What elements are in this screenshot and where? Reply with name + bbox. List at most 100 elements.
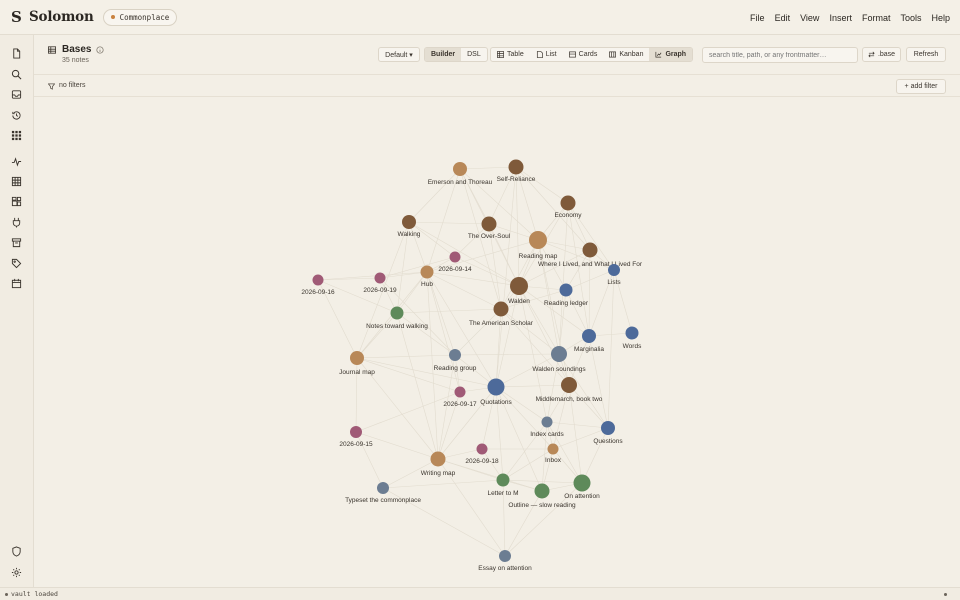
graph-node-dot[interactable] bbox=[402, 215, 416, 229]
graph-node-dot[interactable] bbox=[625, 326, 639, 340]
calendar-icon[interactable] bbox=[11, 278, 22, 289]
graph-node-dot[interactable] bbox=[573, 474, 591, 492]
graph-node-economy[interactable]: Economy bbox=[554, 195, 582, 220]
graph-node-words[interactable]: Words bbox=[623, 326, 642, 351]
shield-icon[interactable] bbox=[11, 546, 22, 557]
graph-node-dot[interactable] bbox=[582, 242, 598, 258]
menu-edit[interactable]: Edit bbox=[775, 13, 791, 23]
graph-node-dot[interactable] bbox=[420, 265, 434, 279]
graph-node-rgroup[interactable]: Reading group bbox=[434, 349, 477, 372]
graph-node-dot[interactable] bbox=[541, 416, 553, 428]
menu-insert[interactable]: Insert bbox=[829, 13, 852, 23]
history-icon[interactable] bbox=[11, 110, 22, 121]
graph-node-questions[interactable]: Questions bbox=[593, 421, 623, 445]
menu-file[interactable]: File bbox=[750, 13, 765, 23]
graph-node-dot[interactable] bbox=[350, 426, 362, 438]
menu-help[interactable]: Help bbox=[931, 13, 950, 23]
graph-node-dot[interactable] bbox=[390, 306, 404, 320]
file-icon[interactable] bbox=[11, 48, 22, 59]
graph-node-dot[interactable] bbox=[560, 195, 576, 211]
graph-node-dot[interactable] bbox=[430, 451, 446, 467]
search-icon[interactable] bbox=[11, 69, 22, 80]
graph-node-dot[interactable] bbox=[547, 443, 559, 455]
graph-node-scholar[interactable]: The American Scholar bbox=[469, 301, 534, 328]
layout-kanban[interactable]: Kanban bbox=[603, 48, 649, 61]
vault-switcher[interactable]: Commonplace bbox=[102, 8, 178, 26]
graph-node-dot[interactable] bbox=[534, 483, 550, 499]
layout-list[interactable]: List bbox=[530, 48, 563, 61]
graph-node-label: Index cards bbox=[530, 431, 564, 438]
graph-node-dot[interactable] bbox=[582, 329, 596, 343]
graph-node-middlemarch[interactable]: Middlemarch, book two bbox=[536, 377, 603, 403]
graph-node-dot[interactable] bbox=[510, 277, 528, 295]
graph-edge bbox=[356, 354, 456, 359]
search-input[interactable] bbox=[702, 47, 858, 63]
graph-node-lists[interactable]: Lists bbox=[607, 264, 621, 286]
grid-icon[interactable] bbox=[11, 130, 22, 141]
graph-node-emerson[interactable]: Emerson and Thoreau bbox=[428, 162, 493, 186]
graph-node-d0918[interactable]: 2026-09-18 bbox=[465, 443, 499, 466]
plugin-icon[interactable] bbox=[11, 217, 22, 228]
layout-graph[interactable]: Graph bbox=[649, 48, 693, 61]
graph-node-dot[interactable] bbox=[449, 251, 461, 263]
graph-node-indexcards[interactable]: Index cards bbox=[530, 416, 565, 439]
menu-tools[interactable]: Tools bbox=[900, 13, 921, 23]
graph-node-essay[interactable]: Essay on attention bbox=[478, 550, 532, 572]
graph-node-dot[interactable] bbox=[454, 386, 466, 398]
menu-format[interactable]: Format bbox=[862, 13, 891, 23]
graph-node-dot[interactable] bbox=[551, 346, 567, 362]
graph-node-hub[interactable]: Hub bbox=[420, 265, 434, 289]
graph-node-dot[interactable] bbox=[312, 274, 324, 286]
inbox-icon[interactable] bbox=[11, 89, 22, 100]
graph-node-d0917[interactable]: 2026-09-17 bbox=[443, 386, 477, 409]
mode-builder[interactable]: Builder bbox=[425, 48, 462, 61]
graph-node-dot[interactable] bbox=[499, 550, 511, 562]
graph-node-dot[interactable] bbox=[496, 473, 510, 487]
graph-node-typeset[interactable]: Typeset the commonplace bbox=[345, 482, 421, 504]
graph-node-d0915[interactable]: 2026-09-15 bbox=[339, 426, 373, 448]
graph-node-dot[interactable] bbox=[601, 421, 615, 435]
graph-node-dot[interactable] bbox=[481, 216, 497, 232]
graph-canvas[interactable]: Emerson and Thoreau Self-Reliance Economy W… bbox=[34, 97, 960, 587]
graph-node-marginalia[interactable]: Marginalia bbox=[574, 329, 604, 353]
graph-node-journal[interactable]: Journal map bbox=[339, 351, 375, 376]
graph-node-dot[interactable] bbox=[350, 351, 364, 365]
graph-svg[interactable]: Emerson and Thoreau Self-Reliance Economy W… bbox=[34, 97, 960, 587]
layout-cards[interactable]: Cards bbox=[563, 48, 604, 61]
add-filter-button[interactable]: + add filter bbox=[896, 79, 946, 94]
graph-node-dot[interactable] bbox=[374, 272, 386, 284]
mode-dsl[interactable]: DSL bbox=[461, 48, 487, 61]
extensions-icon[interactable] bbox=[11, 196, 22, 207]
graph-node-dot[interactable] bbox=[476, 443, 488, 455]
view-select[interactable]: Default ▾ bbox=[378, 47, 420, 62]
graph-node-label: 2026-09-14 bbox=[438, 266, 472, 273]
graph-node-dot[interactable] bbox=[487, 378, 505, 396]
graph-node-dot[interactable] bbox=[508, 159, 524, 175]
graph-node-dot[interactable] bbox=[453, 162, 467, 176]
graph-node-dot[interactable] bbox=[449, 349, 461, 361]
base-file-button[interactable]: .base bbox=[862, 47, 901, 62]
graph-node-walden[interactable]: Walden bbox=[508, 277, 530, 305]
info-icon[interactable] bbox=[96, 45, 105, 54]
graph-node-dot[interactable] bbox=[559, 283, 573, 297]
graph-node-onattention[interactable]: On attention bbox=[564, 474, 600, 501]
layout-table[interactable]: Table bbox=[491, 48, 530, 61]
tag-icon[interactable] bbox=[11, 258, 22, 269]
menu-view[interactable]: View bbox=[800, 13, 819, 23]
graph-node-dot[interactable] bbox=[561, 377, 577, 393]
graph-node-selfreliance[interactable]: Self-Reliance bbox=[497, 159, 536, 184]
table-icon[interactable] bbox=[11, 176, 22, 187]
graph-node-quotations[interactable]: Quotations bbox=[480, 378, 512, 407]
archive-icon[interactable] bbox=[11, 237, 22, 248]
graph-node-dot[interactable] bbox=[493, 301, 509, 317]
graph-node-ledger[interactable]: Reading ledger bbox=[544, 283, 589, 308]
graph-node-d0919[interactable]: 2026-09-19 bbox=[363, 272, 397, 295]
graph-node-dot[interactable] bbox=[529, 231, 547, 249]
activity-icon[interactable] bbox=[11, 156, 22, 167]
graph-node-letter[interactable]: Letter to M bbox=[487, 473, 519, 498]
graph-node-oversoul[interactable]: The Over-Soul bbox=[468, 216, 511, 241]
refresh-button[interactable]: Refresh bbox=[906, 47, 946, 62]
graph-node-dot[interactable] bbox=[377, 482, 389, 494]
settings-icon[interactable] bbox=[11, 567, 22, 578]
graph-node-dot[interactable] bbox=[608, 264, 620, 276]
